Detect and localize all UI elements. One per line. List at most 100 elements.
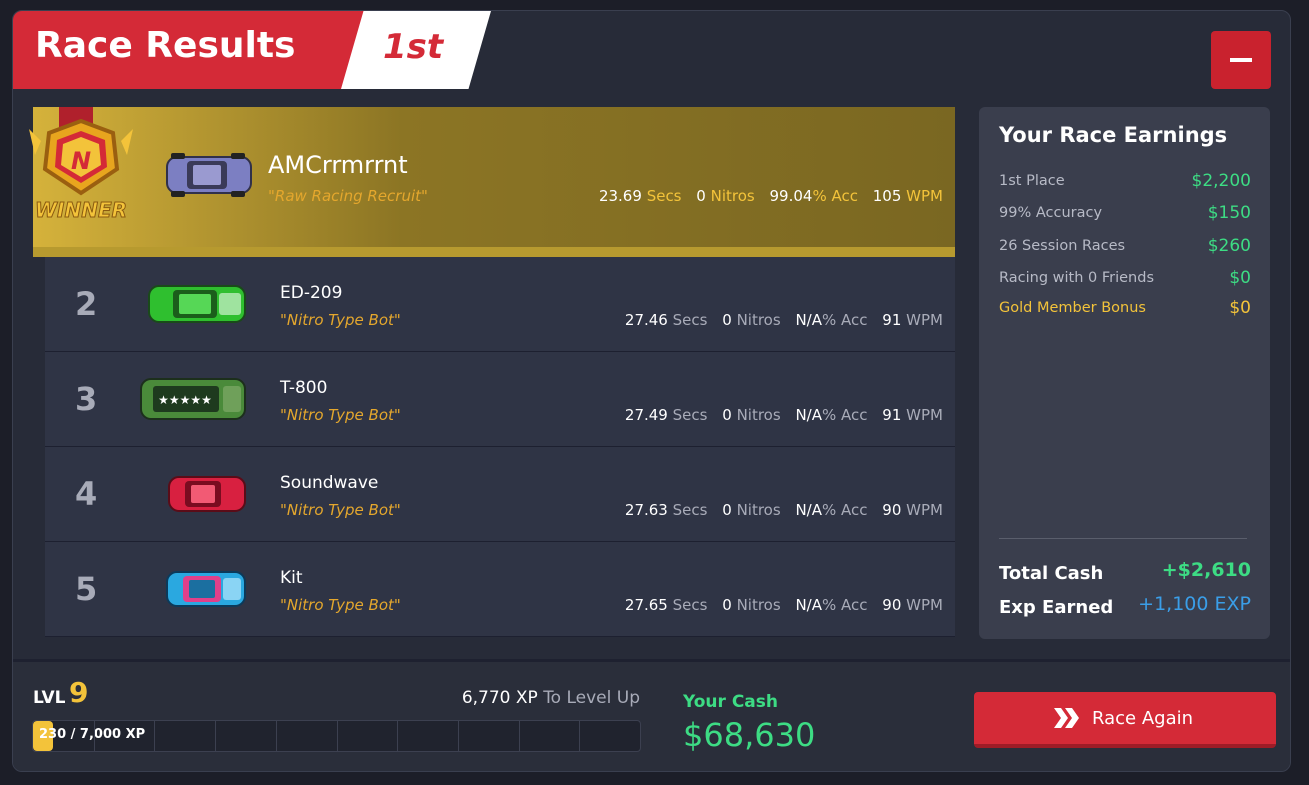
car-icon [166, 153, 252, 197]
nitros-value: 0 [722, 406, 732, 424]
car-icon [148, 285, 246, 323]
earning-label: 99% Accuracy [999, 205, 1103, 221]
winner-badge-icon: N WINNER [29, 107, 133, 223]
secs-value: 23.69 [598, 187, 642, 205]
xp-to-level-value: 6,770 XP [461, 688, 538, 708]
level-number: 9 [69, 676, 89, 709]
earning-row-gold: Gold Member Bonus $0 [999, 298, 1251, 318]
secs-value: 27.49 [624, 406, 668, 424]
total-cash-label: Total Cash [999, 563, 1104, 584]
xp-segment-divider [337, 721, 338, 751]
nitros-value: 0 [696, 187, 706, 205]
racer-name: T-800 [280, 378, 328, 398]
secs-value: 27.65 [624, 596, 668, 614]
exp-earned-row: Exp Earned +1,100 EXP [999, 593, 1251, 618]
racer-stats: 27.46 Secs 0 Nitros N/A% Acc 91 WPM [625, 311, 943, 329]
acc-unit: % Acc [822, 596, 868, 614]
racer-stats: 27.49 Secs 0 Nitros N/A% Acc 91 WPM [625, 406, 943, 424]
nitros-unit: Nitros [736, 406, 781, 424]
place-label: 1st [383, 27, 444, 67]
footer-bar: LVL 9 6,770 XP To Level Up 230 / 7,000 X… [13, 659, 1290, 771]
result-row: 3 ★★★★★ T-800 "Nitro Type Bot" 27.49 Sec… [45, 352, 955, 447]
race-again-button[interactable]: Race Again [974, 692, 1276, 748]
acc-value: N/A [795, 311, 822, 329]
wpm-unit: WPM [906, 406, 943, 424]
racer-title: "Nitro Type Bot" [280, 596, 401, 614]
secs-value: 27.63 [624, 501, 668, 519]
result-row: 2 ED-209 "Nitro Type Bot" 27.46 Secs 0 N… [45, 257, 955, 352]
xp-segment-divider [579, 721, 580, 751]
racer-title: "Nitro Type Bot" [280, 311, 401, 329]
your-cash-value: $68,630 [683, 716, 816, 754]
svg-text:★★★★★: ★★★★★ [158, 393, 212, 407]
secs-unit: Secs [672, 406, 708, 424]
earning-row: 26 Session Races $260 [999, 236, 1251, 256]
acc-unit: % Acc [822, 311, 868, 329]
earning-row: Racing with 0 Friends $0 [999, 268, 1251, 288]
nitros-unit: Nitros [736, 311, 781, 329]
total-cash-value: +$2,610 [1161, 559, 1251, 581]
earning-row: 99% Accuracy $150 [999, 203, 1251, 223]
earnings-divider [999, 538, 1247, 539]
results-list: N WINNER AMCrrmrrnt "Raw Racing Recruit"… [29, 107, 955, 637]
nitros-value: 0 [722, 596, 732, 614]
wpm-value: 90 [882, 501, 902, 519]
acc-value: N/A [795, 501, 822, 519]
acc-unit: % Acc [822, 501, 868, 519]
car-icon [168, 476, 246, 512]
earnings-title: Your Race Earnings [999, 123, 1228, 147]
nitros-unit: Nitros [736, 596, 781, 614]
result-row: 5 Kit "Nitro Type Bot" 27.65 Secs 0 Nitr… [45, 542, 955, 637]
race-again-label: Race Again [1092, 708, 1194, 729]
xp-segment-divider [397, 721, 398, 751]
wpm-value: 105 [872, 187, 902, 205]
racer-name: AMCrrmrrnt [268, 151, 408, 179]
nitros-unit: Nitros [710, 187, 755, 205]
secs-unit: Secs [672, 501, 708, 519]
minimize-button[interactable] [1211, 31, 1271, 89]
svg-text:N: N [71, 147, 91, 175]
xp-to-level-text: To Level Up [543, 688, 640, 708]
total-cash-row: Total Cash +$2,610 [999, 559, 1251, 584]
double-chevron-right-icon [1054, 708, 1079, 728]
nitros-value: 0 [722, 501, 732, 519]
xp-segment-divider [154, 721, 155, 751]
acc-value: N/A [795, 596, 822, 614]
racer-title: "Nitro Type Bot" [280, 406, 401, 424]
position-number: 2 [75, 285, 98, 323]
position-number: 4 [75, 475, 98, 513]
wpm-value: 90 [882, 596, 902, 614]
xp-progress-text: 230 / 7,000 XP [39, 727, 146, 742]
racer-stats: 23.69 Secs 0 Nitros 99.04% Acc 105 WPM [599, 187, 943, 205]
position-number: 3 [75, 380, 98, 418]
xp-to-level: 6,770 XP To Level Up [462, 688, 640, 708]
secs-value: 27.46 [624, 311, 668, 329]
secs-unit: Secs [672, 311, 708, 329]
exp-earned-label: Exp Earned [999, 597, 1114, 618]
racer-title: "Nitro Type Bot" [280, 501, 401, 519]
car-icon [166, 571, 246, 607]
page-title: Race Results [35, 25, 296, 66]
result-row-winner: N WINNER AMCrrmrrnt "Raw Racing Recruit"… [29, 107, 955, 257]
acc-value: 99.04 [769, 187, 813, 205]
xp-segment-divider [276, 721, 277, 751]
acc-unit: % Acc [822, 406, 868, 424]
earnings-panel: Your Race Earnings 1st Place $2,200 99% … [979, 107, 1270, 639]
wpm-unit: WPM [906, 311, 943, 329]
wpm-value: 91 [882, 311, 902, 329]
minus-icon [1230, 58, 1252, 62]
position-number: 5 [75, 570, 98, 608]
racer-title: "Raw Racing Recruit" [268, 187, 428, 205]
your-cash-label: Your Cash [683, 692, 779, 712]
wpm-value: 91 [882, 406, 902, 424]
wpm-unit: WPM [906, 501, 943, 519]
acc-value: N/A [795, 406, 822, 424]
race-results-panel: Race Results 1st N WINNER AMCrrmrrnt "Ra… [12, 10, 1291, 772]
racer-stats: 27.65 Secs 0 Nitros N/A% Acc 90 WPM [625, 596, 943, 614]
earning-label: 26 Session Races [999, 238, 1126, 254]
result-row: 4 Soundwave "Nitro Type Bot" 27.63 Secs … [45, 447, 955, 542]
xp-segment-divider [215, 721, 216, 751]
xp-segment-divider [94, 721, 95, 751]
earning-label: Racing with 0 Friends [999, 270, 1154, 286]
acc-unit: % Acc [812, 187, 858, 205]
